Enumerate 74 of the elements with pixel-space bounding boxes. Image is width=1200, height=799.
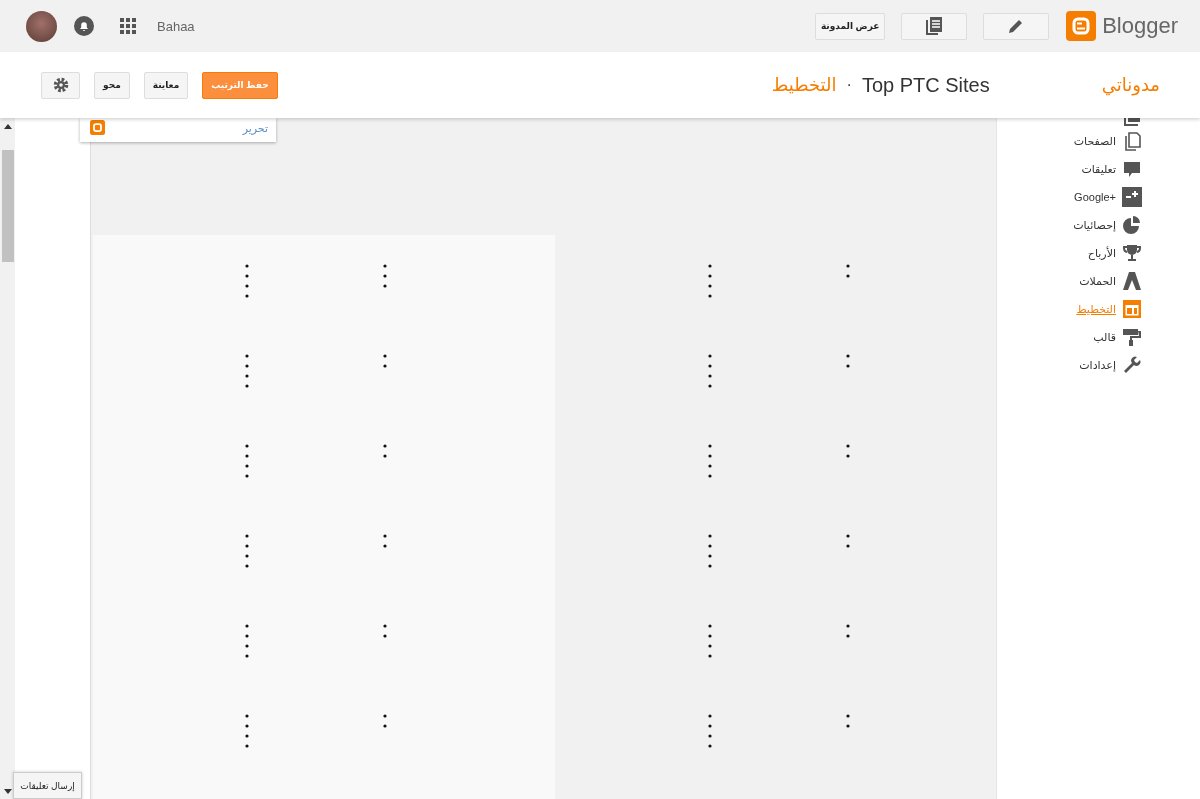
apps-grid-icon[interactable] <box>120 18 136 34</box>
dots-icon <box>846 264 850 278</box>
posts-icon[interactable] <box>1122 118 1142 127</box>
blogger-logo-icon <box>1066 11 1097 41</box>
new-post-button[interactable] <box>983 12 1050 40</box>
dots-icon <box>383 444 387 458</box>
dots-icon <box>245 624 249 658</box>
dots-icon <box>245 444 249 478</box>
brand-name: Blogger <box>1102 13 1178 39</box>
sidebar-label: الحملات <box>1079 274 1116 288</box>
sidebar-label: الصفحات <box>1073 134 1116 148</box>
dots-icon <box>383 624 387 638</box>
sidebar-item[interactable]: الصفحات <box>1073 127 1142 155</box>
user-name[interactable]: Bahaa <box>157 18 195 34</box>
sidebar-item[interactable]: تعليقات <box>1081 155 1142 183</box>
pages-icon <box>1122 131 1142 151</box>
dots-icon <box>383 264 387 288</box>
dots-icon <box>245 354 249 388</box>
sidebar-label: إحصائيات <box>1073 218 1116 232</box>
dots-icon <box>846 444 850 458</box>
gplus-icon <box>1122 187 1142 207</box>
edit-link[interactable]: تحرير <box>242 122 268 135</box>
dots-icon <box>846 624 850 638</box>
comments-icon <box>1122 159 1142 179</box>
sidebar-item[interactable]: قالب <box>1093 323 1142 351</box>
sidebar-label: التخطيط <box>1076 302 1116 316</box>
sidebar-item[interactable]: إحصائيات <box>1073 211 1142 239</box>
dots-icon <box>383 534 387 548</box>
campaigns-icon <box>1122 271 1142 291</box>
scroll-down-icon[interactable] <box>3 789 12 794</box>
settings-icon <box>1122 355 1142 375</box>
settings-button[interactable] <box>41 71 80 99</box>
dots-icon <box>846 354 850 368</box>
posts-list-button[interactable] <box>901 12 968 40</box>
dots-icon <box>245 534 249 568</box>
separator: · <box>846 76 852 94</box>
sidebar-label: إعدادات <box>1079 358 1116 372</box>
avatar[interactable] <box>26 10 57 42</box>
sidebar-label: Google+ <box>1074 191 1116 203</box>
stats-icon <box>1122 215 1142 235</box>
trophy-icon <box>1122 243 1142 263</box>
dots-icon <box>708 714 712 748</box>
toolbar-button[interactable]: معاينة <box>143 71 189 99</box>
feedback-button[interactable]: إرسال تعليقات <box>13 772 82 799</box>
layout-icon <box>1122 299 1142 319</box>
sidebar-item[interactable]: الحملات <box>1079 267 1142 295</box>
scrollbar[interactable] <box>0 118 15 799</box>
dots-icon <box>708 354 712 388</box>
sidebar-label: الأرباح <box>1087 246 1116 260</box>
dots-icon <box>245 264 249 298</box>
settings-icon <box>52 77 69 93</box>
pencil-icon <box>1008 18 1025 34</box>
sidebar-item[interactable]: الأرباح <box>1087 239 1142 267</box>
view-blog-button[interactable]: عرض المدونة <box>815 12 886 40</box>
sidebar-label: قالب <box>1093 330 1116 344</box>
dots-icon <box>708 624 712 658</box>
dots-icon <box>708 444 712 478</box>
toolbar-button[interactable]: محو <box>94 71 130 99</box>
bell-icon[interactable] <box>74 16 94 36</box>
dots-icon <box>708 534 712 568</box>
scroll-up-icon[interactable] <box>3 124 12 129</box>
dots-icon <box>383 714 387 728</box>
dots-icon <box>245 714 249 748</box>
posts-icon <box>926 17 943 35</box>
dots-icon <box>846 714 850 728</box>
scroll-thumb[interactable] <box>1 150 14 262</box>
template-icon <box>1122 327 1142 347</box>
sidebar-item[interactable]: إعدادات <box>1079 351 1142 379</box>
blog-title: Top PTC Sites <box>861 73 990 97</box>
sidebar-item[interactable]: Google+ <box>1074 183 1142 211</box>
dots-icon <box>708 264 712 298</box>
dots-icon <box>846 534 850 548</box>
dots-icon <box>383 354 387 368</box>
sidebar-label: تعليقات <box>1081 162 1116 176</box>
